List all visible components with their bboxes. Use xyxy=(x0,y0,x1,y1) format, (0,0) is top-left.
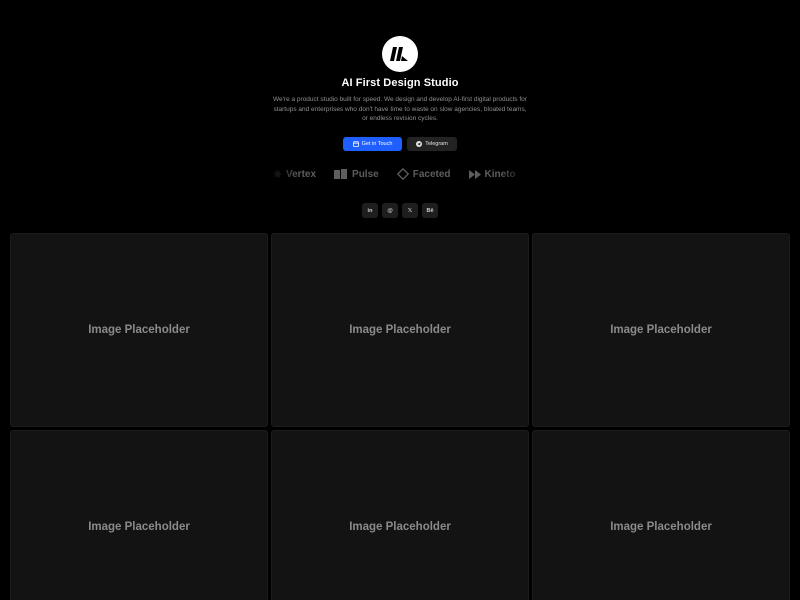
behance-button[interactable]: Bē xyxy=(422,203,438,218)
image-placeholder-label: Image Placeholder xyxy=(610,324,712,336)
portfolio-card[interactable]: Image Placeholder xyxy=(10,233,268,427)
brand-kineto: Kineto xyxy=(468,168,516,180)
image-placeholder-label: Image Placeholder xyxy=(349,521,451,533)
x-button[interactable]: 𝕏 xyxy=(402,203,418,218)
brand-name: Faceted xyxy=(412,168,451,180)
linkedin-button[interactable]: in xyxy=(362,203,378,218)
asterisk-icon xyxy=(273,170,281,178)
threads-button[interactable]: @ xyxy=(382,203,398,218)
portfolio-grid: Image Placeholder Image Placeholder Imag… xyxy=(10,233,790,600)
image-placeholder-label: Image Placeholder xyxy=(88,324,190,336)
x-icon: 𝕏 xyxy=(407,207,413,214)
brand-faceted: Faceted xyxy=(396,168,451,180)
social-links: in @ 𝕏 Bē xyxy=(362,203,438,218)
portfolio-card[interactable]: Image Placeholder xyxy=(271,233,529,427)
brand-name: Vertex xyxy=(286,168,317,180)
hero-description: We're a product studio built for speed. … xyxy=(273,96,527,122)
linkedin-icon: in xyxy=(367,207,373,214)
studio-logo[interactable] xyxy=(382,36,418,72)
get-in-touch-button[interactable]: Get in Touch xyxy=(343,137,402,151)
logo-mark-icon xyxy=(390,47,408,61)
telegram-icon xyxy=(416,141,423,147)
calendar-icon xyxy=(352,141,359,147)
telegram-button[interactable]: Telegram xyxy=(407,137,457,151)
portfolio-card[interactable]: Image Placeholder xyxy=(532,233,790,427)
client-logos: Vertex Pulse Faceted Kineto xyxy=(272,165,528,183)
brand-name: Kineto xyxy=(484,168,516,180)
page: AI First Design Studio We're a product s… xyxy=(0,0,800,600)
image-placeholder-label: Image Placeholder xyxy=(349,324,451,336)
cta-row: Get in Touch Telegram xyxy=(343,137,457,151)
behance-icon: Bē xyxy=(426,207,434,214)
fast-forward-icon xyxy=(468,169,481,179)
image-placeholder-label: Image Placeholder xyxy=(88,521,190,533)
brand-vertex: Vertex xyxy=(272,169,316,180)
brand-pulse: Pulse xyxy=(334,169,379,180)
page-title: AI First Design Studio xyxy=(341,77,459,89)
image-placeholder-label: Image Placeholder xyxy=(610,521,712,533)
portfolio-card[interactable]: Image Placeholder xyxy=(10,430,268,600)
portfolio-card[interactable]: Image Placeholder xyxy=(271,430,529,600)
diamond-icon xyxy=(396,168,409,180)
get-in-touch-label: Get in Touch xyxy=(361,141,393,147)
portfolio-card[interactable]: Image Placeholder xyxy=(532,430,790,600)
brand-name: Pulse xyxy=(352,168,379,180)
telegram-label: Telegram xyxy=(425,141,448,147)
threads-icon: @ xyxy=(387,207,393,214)
bars-icon xyxy=(334,169,348,179)
